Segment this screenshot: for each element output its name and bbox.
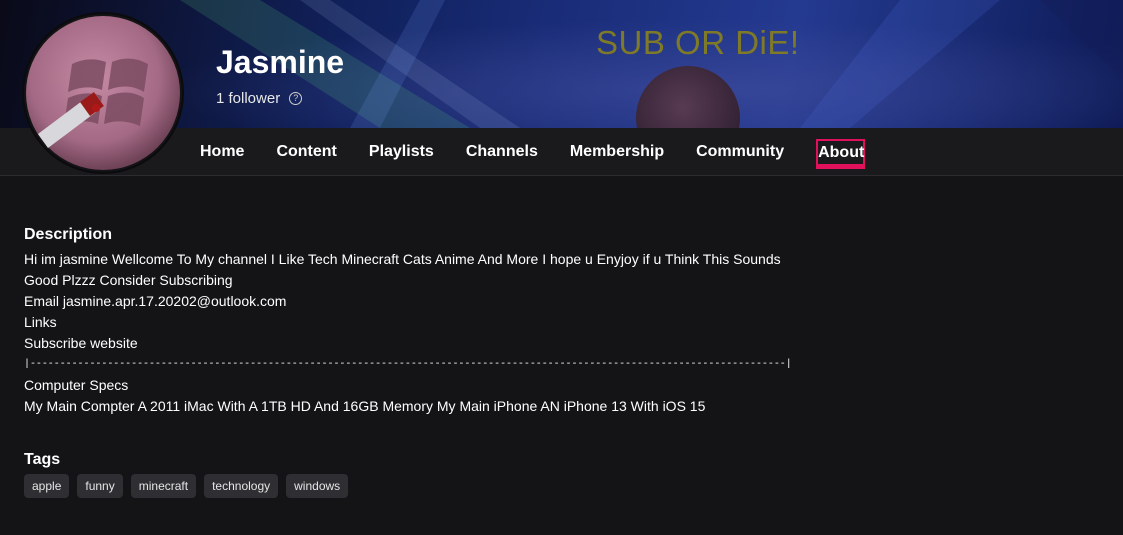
description-line: Subscribe website: [24, 335, 138, 351]
tag-list: apple funny minecraft technology windows: [24, 474, 1104, 498]
tab-playlists[interactable]: Playlists: [369, 143, 434, 161]
description-divider: |---------------------------------------…: [24, 359, 792, 370]
nav-tabs: Home Content Playlists Channels Membersh…: [200, 128, 897, 175]
description-line: Computer Specs: [24, 377, 129, 393]
description-line: Good Plzzz Consider Subscribing: [24, 272, 233, 288]
windows-logo-icon: [26, 16, 180, 170]
banner-slogan: SUB OR DiE!: [596, 24, 800, 61]
tab-content[interactable]: Content: [276, 143, 336, 161]
description-line: My Main Compter A 2011 iMac With A 1TB H…: [24, 398, 706, 414]
help-circle-icon[interactable]: ?: [289, 92, 303, 105]
tags-heading: Tags: [24, 451, 61, 468]
channel-name: Jasmine: [216, 44, 345, 80]
follower-count: 1 follower ?: [216, 90, 303, 107]
tab-about[interactable]: About: [816, 138, 866, 169]
tag-chip[interactable]: technology: [204, 474, 279, 498]
follower-count-text: 1 follower: [216, 90, 281, 107]
description-line: Hi im jasmine Wellcome To My channel I L…: [24, 251, 781, 267]
tab-channels[interactable]: Channels: [466, 143, 538, 161]
description-heading: Description: [24, 226, 113, 243]
tag-chip[interactable]: apple: [24, 474, 70, 498]
tag-chip[interactable]: windows: [286, 474, 349, 498]
tab-membership[interactable]: Membership: [570, 143, 664, 161]
description-line: Links: [24, 314, 57, 330]
tab-home[interactable]: Home: [200, 143, 244, 161]
tag-chip[interactable]: funny: [77, 474, 123, 498]
description-email: Email jasmine.apr.17.20202@outlook.com: [24, 293, 287, 309]
channel-avatar[interactable]: [24, 14, 182, 172]
tab-community[interactable]: Community: [696, 143, 784, 161]
about-section: Description Hi im jasmine Wellcome To My…: [24, 226, 1104, 498]
tag-chip[interactable]: minecraft: [130, 474, 197, 498]
